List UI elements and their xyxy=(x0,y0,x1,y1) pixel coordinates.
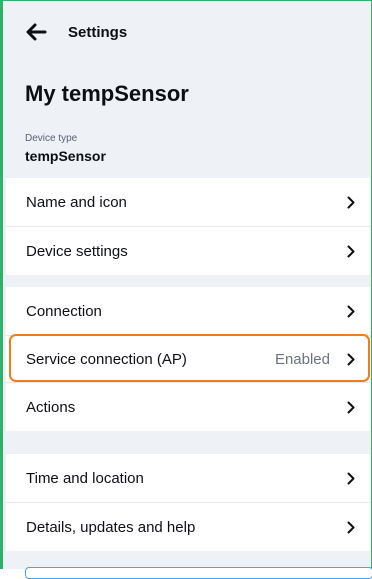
device-type-label: Device type xyxy=(25,133,78,144)
top-bar: Settings xyxy=(6,1,370,63)
row-label: Actions xyxy=(26,398,76,416)
settings-row-name-and-icon[interactable]: Name and icon xyxy=(6,178,370,226)
settings-row-details-updates-help[interactable]: Details, updates and help xyxy=(6,503,370,551)
back-button[interactable] xyxy=(16,12,56,52)
device-name-heading: My tempSensor xyxy=(25,81,189,106)
chevron-right-icon xyxy=(346,400,356,414)
device-type-value: tempSensor xyxy=(25,148,106,164)
row-label: Details, updates and help xyxy=(26,518,196,536)
settings-row-device-settings[interactable]: Device settings xyxy=(6,227,370,275)
row-label: Device settings xyxy=(26,242,128,260)
chevron-right-icon xyxy=(346,244,356,258)
row-label: Service connection (AP) xyxy=(26,350,187,368)
chevron-right-icon xyxy=(346,195,356,209)
chevron-right-icon xyxy=(346,471,356,485)
row-status-value: Enabled xyxy=(274,350,330,368)
chevron-right-icon xyxy=(346,520,356,534)
chevron-right-icon xyxy=(346,352,356,366)
app-frame: Settings My tempSensor Device type tempS… xyxy=(0,0,372,579)
chevron-right-icon xyxy=(346,304,356,318)
settings-row-time-and-location[interactable]: Time and location xyxy=(6,454,370,502)
settings-row-actions[interactable]: Actions xyxy=(6,383,370,431)
row-label: Connection xyxy=(26,302,102,320)
settings-row-service-connection[interactable]: Service connection (AP) Enabled xyxy=(6,336,370,382)
page-title: Settings xyxy=(68,23,128,41)
settings-row-connection[interactable]: Connection xyxy=(6,287,370,335)
arrow-left-icon xyxy=(26,23,47,41)
row-label: Time and location xyxy=(26,469,144,487)
row-label: Name and icon xyxy=(26,193,127,211)
